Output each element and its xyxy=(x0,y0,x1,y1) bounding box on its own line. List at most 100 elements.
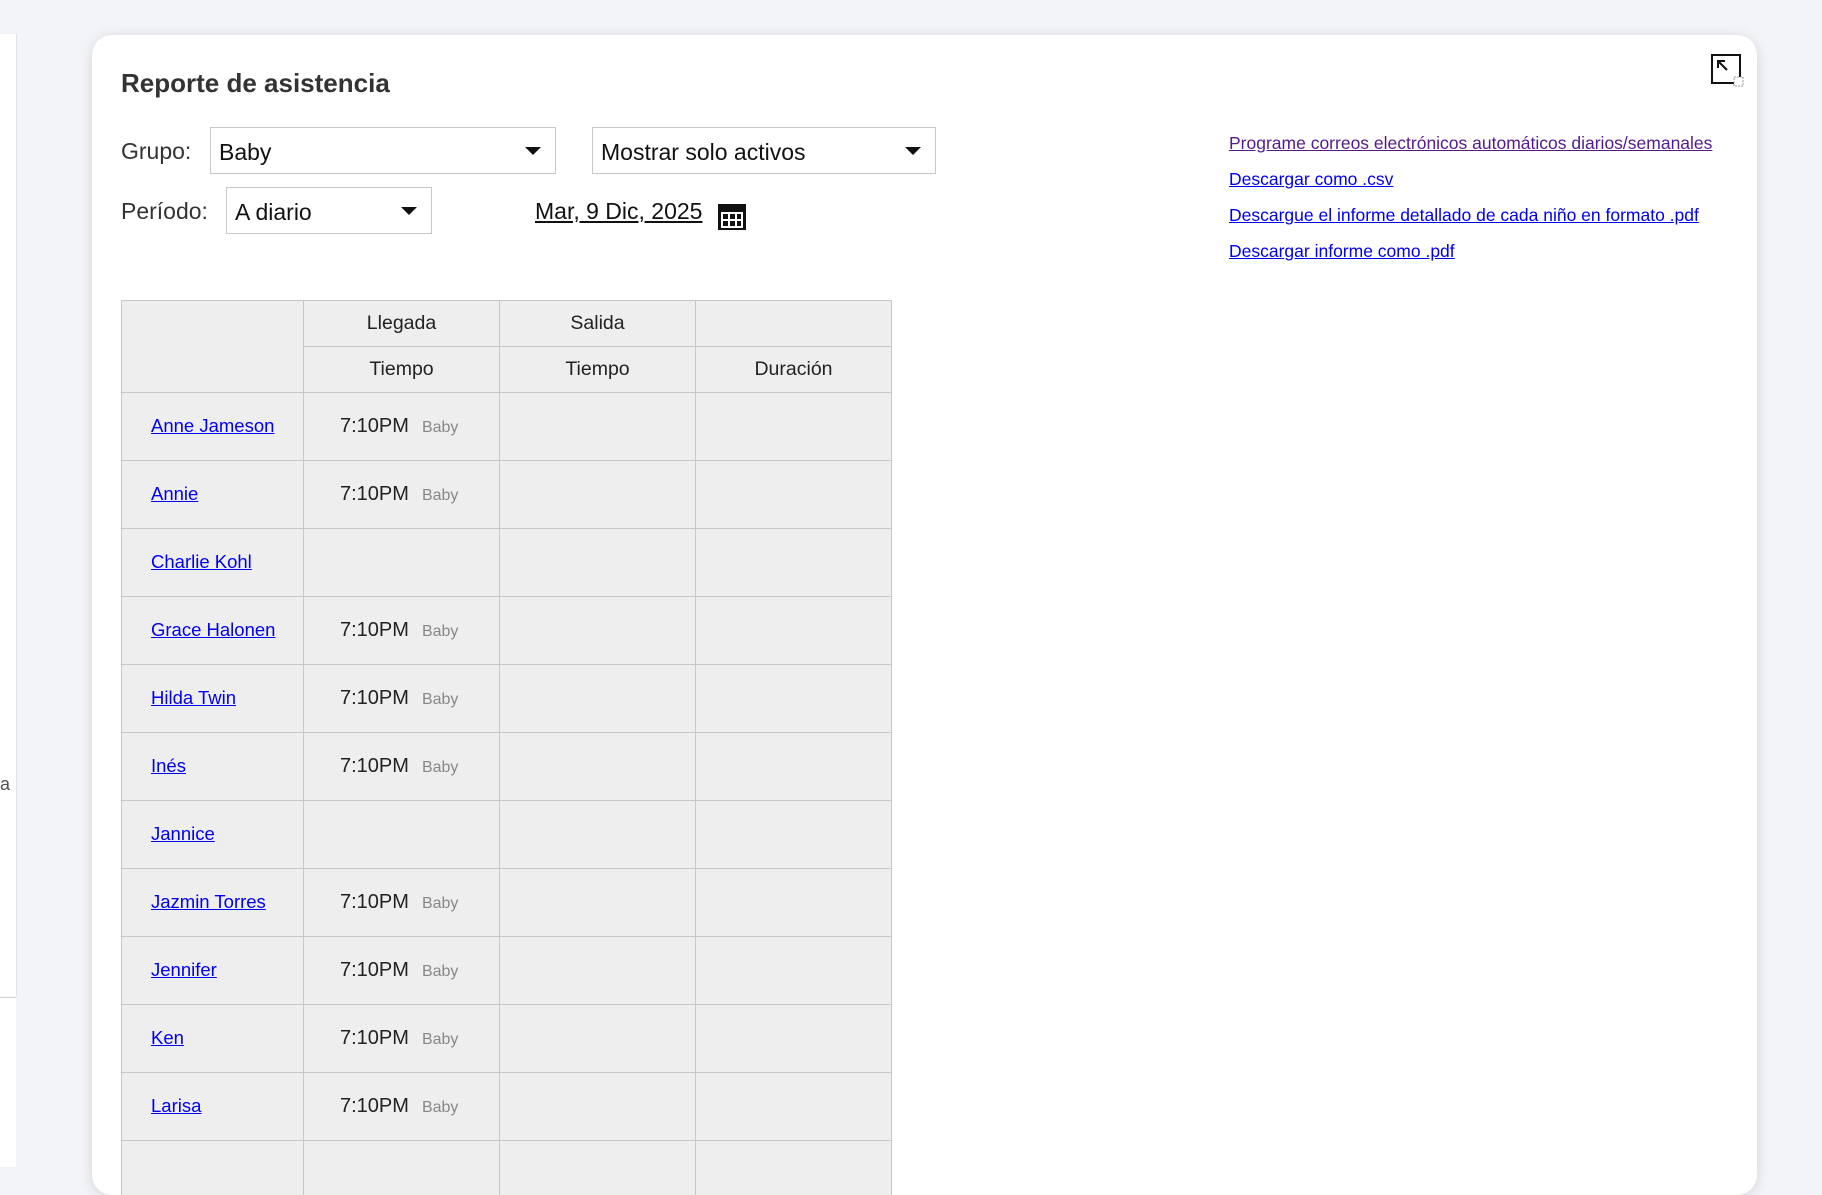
table-row: Ken 7:10PMBaby xyxy=(122,1005,892,1073)
name-cell: Jennifer xyxy=(122,937,304,1005)
child-name-link[interactable]: Inés xyxy=(151,755,186,776)
arrival-time: 7:10PM xyxy=(340,415,409,437)
arrival-cell: 7:10PM Baby xyxy=(304,665,500,733)
child-name-link[interactable]: Larisa xyxy=(151,1095,201,1116)
download-detailed-pdf-link[interactable]: Descargue el informe detallado de cada n… xyxy=(1229,205,1712,225)
name-cell: Charlie Kohl xyxy=(122,529,304,597)
table-row: Charlie Kohl xyxy=(122,529,892,597)
arrival-cell: 7:10PMBaby xyxy=(304,1005,500,1073)
status-filter-value: Mostrar solo activos xyxy=(601,139,806,166)
arrival-cell: 7:10PMBaby xyxy=(304,937,500,1005)
arrival-cell: 7:10PM Baby xyxy=(304,597,500,665)
duration-cell xyxy=(696,665,892,733)
table-row: Hilda Twin 7:10PM Baby xyxy=(122,665,892,733)
departure-header: Salida xyxy=(500,301,696,347)
background-partial-text: a xyxy=(0,774,10,795)
arrival-header: Llegada xyxy=(304,301,500,347)
arrival-cell: 7:10PMBaby xyxy=(304,461,500,529)
duration-group-header xyxy=(696,301,892,347)
arrival-group-tag: Baby xyxy=(422,1099,458,1116)
departure-cell xyxy=(500,461,696,529)
table-row: Inés 7:10PMBaby xyxy=(122,733,892,801)
arrival-cell xyxy=(304,801,500,869)
duration-cell xyxy=(696,1005,892,1073)
arrival-time: 7:10PM xyxy=(340,891,409,913)
period-label: Período: xyxy=(121,198,208,225)
child-name-link[interactable]: Ken xyxy=(151,1027,184,1048)
departure-cell xyxy=(500,393,696,461)
departure-cell xyxy=(500,869,696,937)
arrival-group-tag: Baby xyxy=(422,419,458,436)
download-csv-link[interactable]: Descargar como .csv xyxy=(1229,169,1712,189)
schedule-emails-link[interactable]: Programe correos electrónicos automático… xyxy=(1229,133,1712,153)
arrival-group-tag: Baby xyxy=(422,691,458,708)
duration-cell xyxy=(696,937,892,1005)
arrival-time: 7:10PM xyxy=(340,619,409,641)
child-name-link[interactable]: Charlie Kohl xyxy=(151,551,252,572)
period-select[interactable]: A diario xyxy=(226,187,432,234)
table-row xyxy=(122,1141,892,1195)
arrival-time-header: Tiempo xyxy=(304,347,500,393)
chevron-down-icon xyxy=(401,207,417,215)
name-cell: Hilda Twin xyxy=(122,665,304,733)
expand-icon[interactable] xyxy=(1711,54,1745,88)
duration-cell xyxy=(696,869,892,937)
table-row: Annie 7:10PMBaby xyxy=(122,461,892,529)
arrival-time: 7:10PM xyxy=(340,483,409,505)
departure-cell xyxy=(500,733,696,801)
calendar-icon[interactable] xyxy=(717,202,747,232)
group-select[interactable]: Baby xyxy=(210,127,556,174)
attendance-rows: Anne Jameson 7:10PMBaby Annie 7:10PMBaby… xyxy=(122,393,892,1195)
child-name-link[interactable]: Jannice xyxy=(151,823,215,844)
child-name-link[interactable]: Hilda Twin xyxy=(151,687,236,708)
child-name-link[interactable]: Annie xyxy=(151,483,198,504)
child-name-link[interactable]: Grace Halonen xyxy=(151,619,275,640)
departure-time-header: Tiempo xyxy=(500,347,696,393)
arrival-group-tag: Baby xyxy=(422,759,458,776)
date-picker-link[interactable]: Mar, 9 Dic, 2025 xyxy=(535,198,702,225)
table-row: Jennifer 7:10PMBaby xyxy=(122,937,892,1005)
duration-cell xyxy=(696,461,892,529)
duration-cell xyxy=(696,529,892,597)
child-name-link[interactable]: Anne Jameson xyxy=(151,415,274,436)
child-name-link[interactable]: Jazmin Torres xyxy=(151,891,266,912)
background-panel xyxy=(0,34,17,996)
duration-cell xyxy=(696,1073,892,1141)
attendance-table: Llegada Salida Tiempo Tiempo Duración An… xyxy=(121,300,892,1195)
table-row: Larisa 7:10PM Baby xyxy=(122,1073,892,1141)
duration-cell xyxy=(696,733,892,801)
name-cell: Grace Halonen xyxy=(122,597,304,665)
departure-cell xyxy=(500,1005,696,1073)
table-row: Anne Jameson 7:10PM Baby xyxy=(122,393,892,461)
status-filter-select[interactable]: Mostrar solo activos xyxy=(592,127,936,174)
child-name-link[interactable]: Jennifer xyxy=(151,959,217,980)
period-select-value: A diario xyxy=(235,199,312,226)
duration-cell xyxy=(696,801,892,869)
report-links: Programe correos electrónicos automático… xyxy=(1229,133,1712,277)
download-pdf-link[interactable]: Descargar informe como .pdf xyxy=(1229,241,1712,261)
arrival-cell: 7:10PMBaby xyxy=(304,733,500,801)
arrival-cell xyxy=(304,1141,500,1195)
duration-header: Duración xyxy=(696,347,892,393)
arrival-time: 7:10PM xyxy=(340,1027,409,1049)
arrival-time: 7:10PM xyxy=(340,1095,409,1117)
departure-cell xyxy=(500,1141,696,1195)
arrival-group-tag: Baby xyxy=(422,623,458,640)
departure-cell xyxy=(500,665,696,733)
table-row: Jannice xyxy=(122,801,892,869)
attendance-report-dialog: Reporte de asistencia Grupo: Baby Mostra… xyxy=(92,35,1757,1195)
arrival-cell: 7:10PM Baby xyxy=(304,869,500,937)
dialog-title: Reporte de asistencia xyxy=(121,68,390,99)
arrival-time: 7:10PM xyxy=(340,687,409,709)
arrival-group-tag: Baby xyxy=(422,895,458,912)
chevron-down-icon xyxy=(905,147,921,155)
name-cell: Annie xyxy=(122,461,304,529)
departure-cell xyxy=(500,801,696,869)
table-row: Grace Halonen 7:10PM Baby xyxy=(122,597,892,665)
name-cell: Larisa xyxy=(122,1073,304,1141)
duration-cell xyxy=(696,393,892,461)
departure-cell xyxy=(500,529,696,597)
departure-cell xyxy=(500,597,696,665)
departure-cell xyxy=(500,1073,696,1141)
arrival-cell: 7:10PM Baby xyxy=(304,1073,500,1141)
